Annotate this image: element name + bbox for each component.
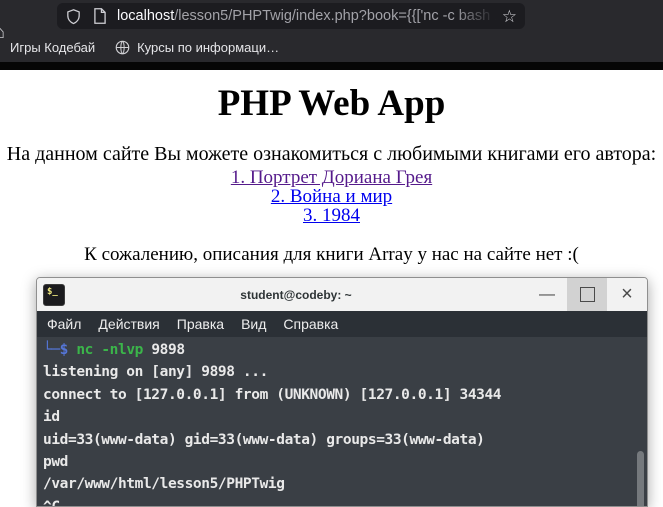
- terminal-titlebar[interactable]: $_ student@codeby: ~ — ×: [37, 278, 647, 311]
- menu-help[interactable]: Справка: [283, 316, 338, 332]
- terminal-output: └─$ nc -nlvp 9898 listening on [any] 9898…: [43, 339, 647, 506]
- bookmark-label: Курсы по информаци…: [137, 40, 280, 55]
- terminal-line: └─$ nc -nlvp 9898: [43, 342, 185, 358]
- terminal-line: /var/www/html/lesson5/PHPTwig: [43, 476, 285, 493]
- error-message: К сожалению, описания для книги Array у …: [84, 244, 579, 265]
- chrome-bottom-border: [0, 62, 663, 70]
- browser-toolbar: ⌂ localhost/lesson5/PHPTwig/index.php?bo…: [0, 0, 663, 42]
- menu-view[interactable]: Вид: [241, 316, 266, 332]
- menu-file[interactable]: Файл: [47, 316, 81, 332]
- page-info-icon[interactable]: [93, 8, 107, 24]
- globe-icon: [115, 40, 130, 55]
- bookmarks-bar: Игры Кодебай Курсы по информаци…: [0, 33, 663, 62]
- close-button[interactable]: ×: [607, 278, 647, 311]
- shield-icon[interactable]: [65, 8, 82, 25]
- terminal-window-title: student@codeby: ~: [240, 287, 352, 302]
- maximize-button[interactable]: [567, 278, 607, 311]
- page-title: PHP Web App: [217, 83, 446, 124]
- url-path: /lesson5/PHPTwig/index.php?book={{['nc -…: [174, 8, 496, 24]
- terminal-app-icon: $_: [43, 283, 65, 306]
- url-host: localhost: [117, 8, 175, 24]
- bookmark-star-icon[interactable]: ☆: [502, 8, 517, 25]
- bookmark-item-games[interactable]: Игры Кодебай: [10, 40, 95, 55]
- terminal-menubar: Файл Действия Правка Вид Справка: [37, 311, 647, 337]
- window-controls: — ×: [527, 278, 647, 311]
- terminal-line: connect to [127.0.0.1] from (UNKNOWN) [1…: [43, 386, 502, 403]
- address-bar[interactable]: localhost/lesson5/PHPTwig/index.php?book…: [57, 3, 525, 29]
- terminal-line: listening on [any] 9898 ...: [43, 364, 268, 381]
- browser-chrome: ⌂ localhost/lesson5/PHPTwig/index.php?bo…: [0, 0, 663, 70]
- url-text[interactable]: localhost/lesson5/PHPTwig/index.php?book…: [117, 8, 496, 24]
- maximize-icon: [579, 287, 595, 302]
- bookmark-label: Игры Кодебай: [10, 40, 96, 55]
- intro-text: На данном сайте Вы можете ознакомиться с…: [6, 143, 657, 165]
- terminal-body[interactable]: └─$ nc -nlvp 9898 listening on [any] 9898…: [37, 337, 647, 506]
- url-fade: [453, 8, 496, 24]
- terminal-line: uid=33(www-data) gid=33(www-data) groups…: [43, 431, 485, 448]
- book-link-1[interactable]: 1. Портрет Дориана Грея: [0, 168, 663, 187]
- book-link-3[interactable]: 3. 1984: [0, 206, 663, 225]
- minimize-button[interactable]: —: [527, 278, 567, 311]
- terminal-line: id: [43, 409, 60, 426]
- terminal-line: pwd: [43, 454, 68, 471]
- menu-actions[interactable]: Действия: [98, 316, 159, 332]
- home-icon[interactable]: ⌂: [0, 22, 5, 42]
- book-link-2[interactable]: 2. Война и мир: [0, 187, 663, 206]
- book-link-list: 1. Портрет Дориана Грея 2. Война и мир 3…: [0, 168, 663, 225]
- menu-edit[interactable]: Правка: [177, 316, 224, 332]
- terminal-window: $_ student@codeby: ~ — × Файл Действия П…: [36, 277, 648, 507]
- terminal-scrollbar[interactable]: [637, 451, 644, 506]
- bookmark-item-courses[interactable]: Курсы по информаци…: [115, 40, 279, 55]
